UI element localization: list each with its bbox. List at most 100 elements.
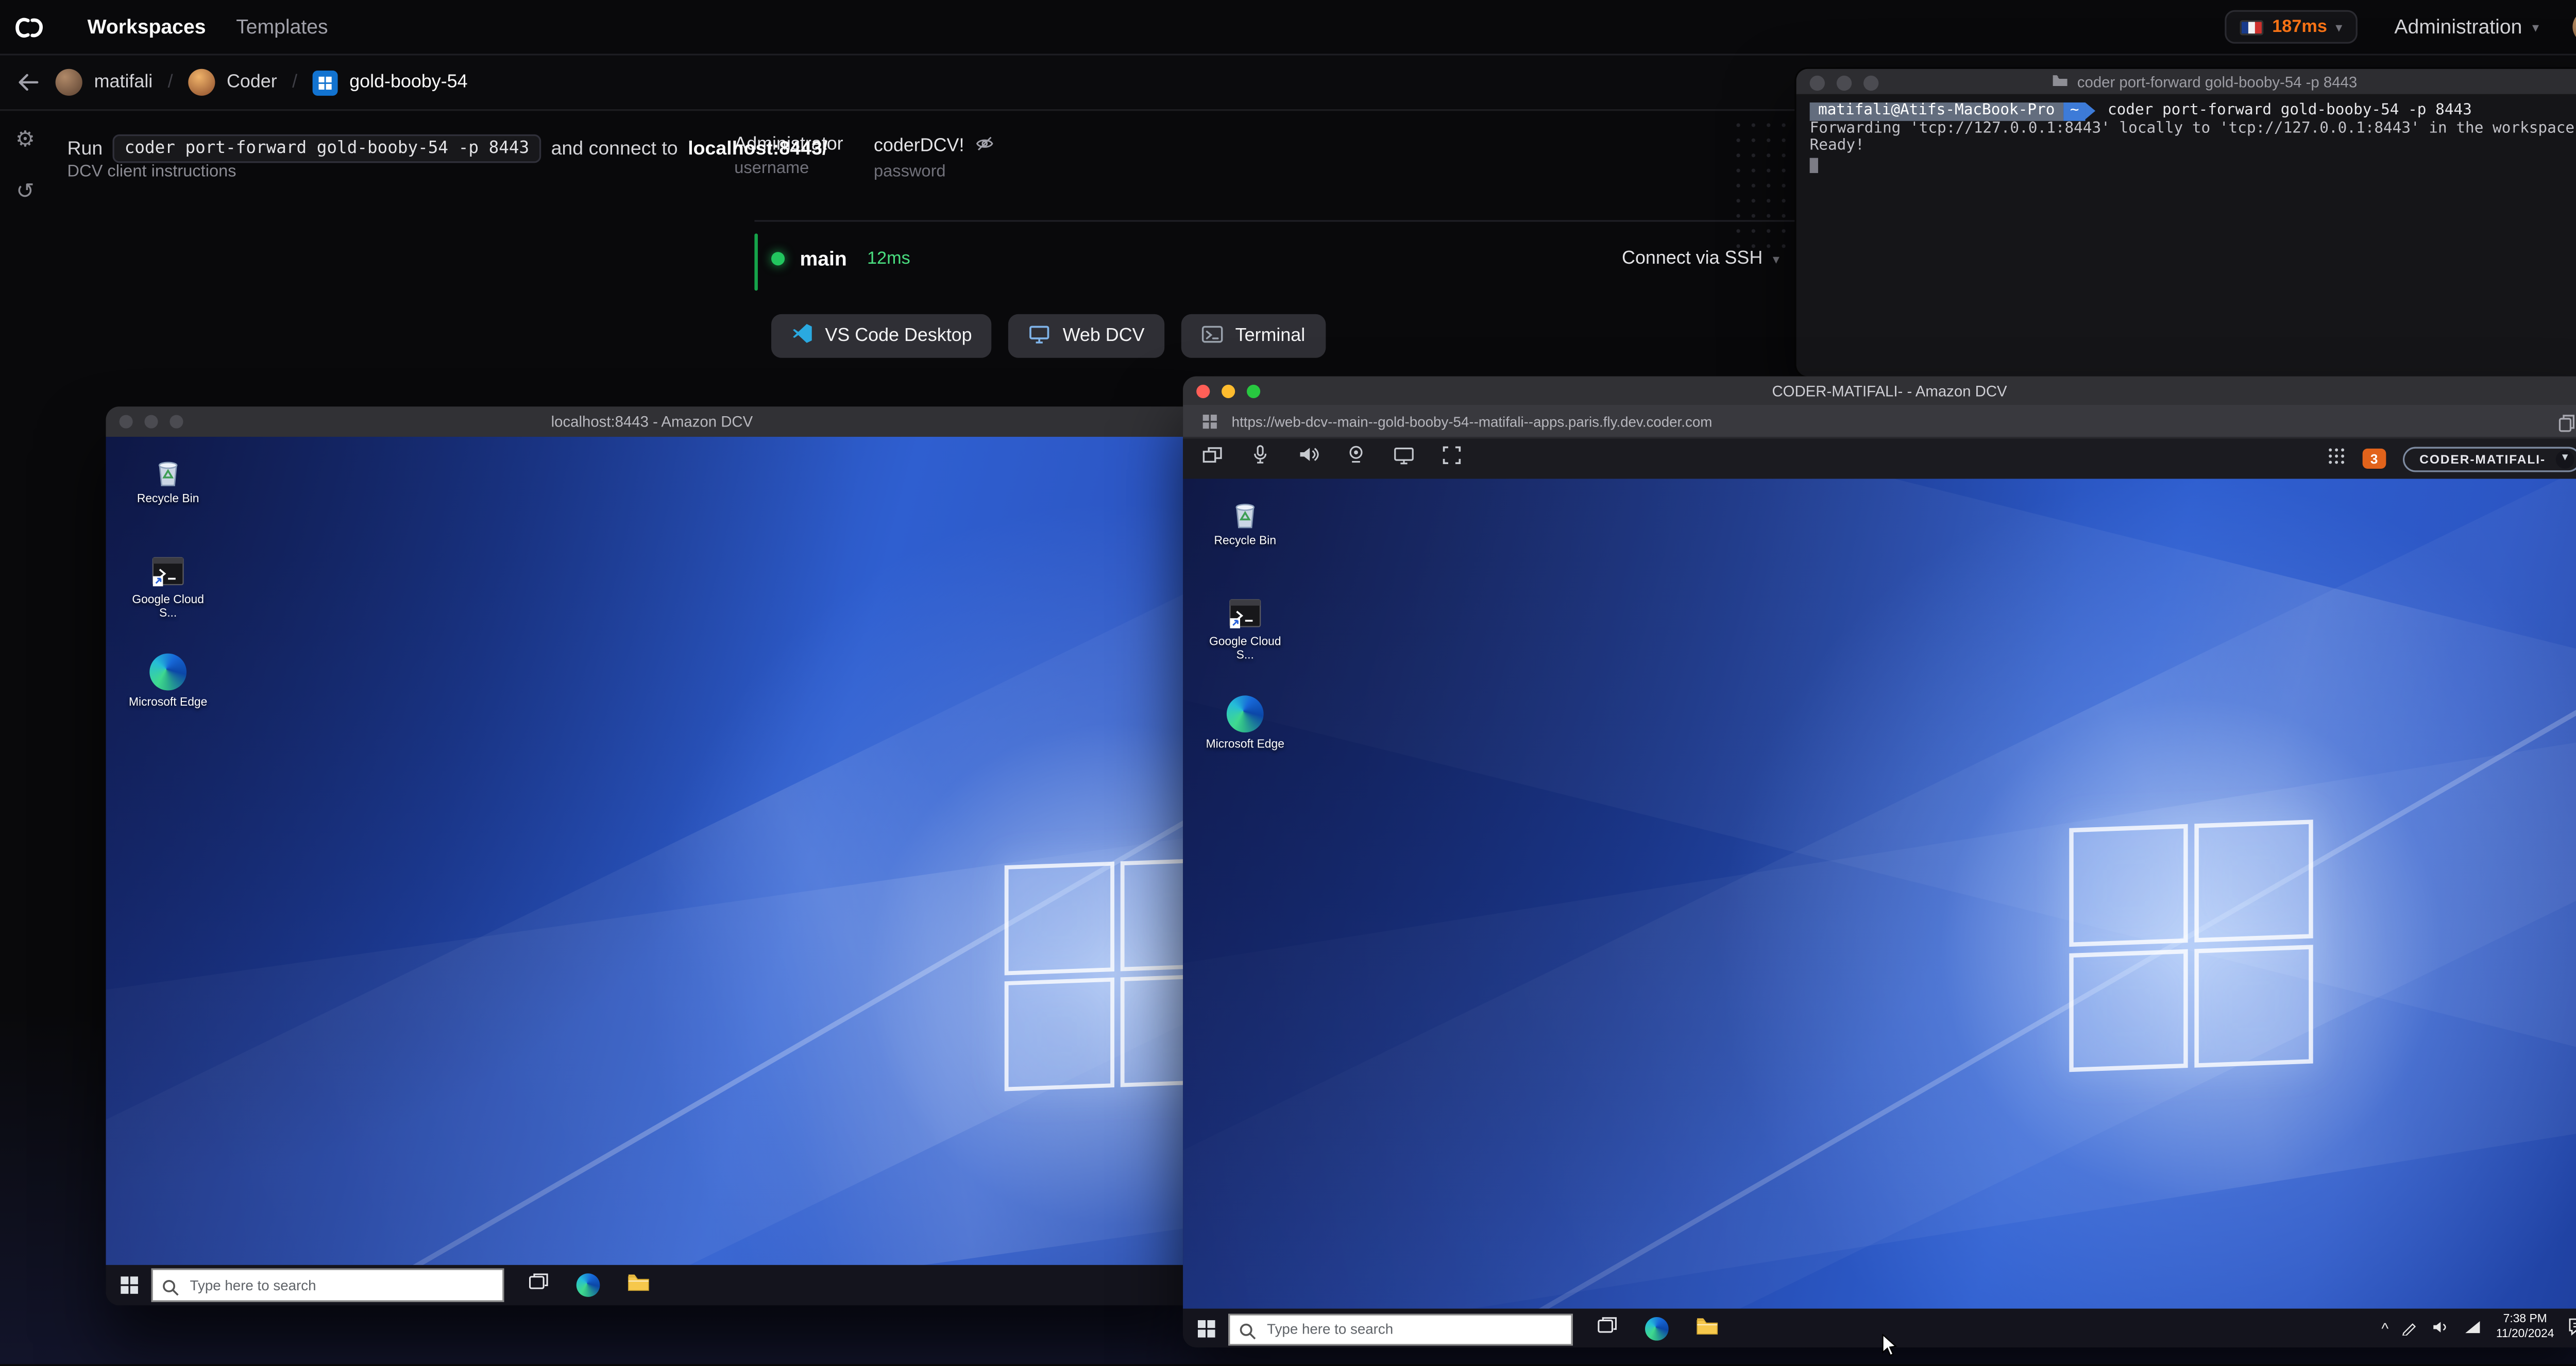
- web-dcv-button[interactable]: Web DCV: [1009, 314, 1165, 358]
- administration-menu[interactable]: Administration ▾: [2394, 15, 2539, 39]
- terminal-button[interactable]: Terminal: [1181, 314, 1326, 358]
- back-arrow-icon[interactable]: [17, 72, 41, 92]
- gear-icon[interactable]: ⚙: [15, 127, 35, 151]
- taskbar-search[interactable]: [1228, 1312, 1573, 1347]
- close-button[interactable]: [1196, 384, 1210, 398]
- site-info-icon[interactable]: [1201, 413, 1218, 430]
- edge-taskbar-icon[interactable]: [576, 1273, 600, 1297]
- eye-off-icon[interactable]: [974, 134, 994, 158]
- windows-logo: [991, 848, 1198, 1109]
- vscode-desktop-button[interactable]: VS Code Desktop: [771, 314, 992, 358]
- network-icon[interactable]: [2464, 1313, 2483, 1343]
- screen: Workspaces Templates 187ms ▾ Administrat…: [0, 0, 2576, 1364]
- file-explorer-icon[interactable]: [627, 1270, 651, 1301]
- desktop-icon-edge[interactable]: Microsoft Edge: [126, 652, 210, 710]
- agent-row: main 12ms Connect via SSH ▾: [771, 244, 1780, 274]
- session-name: CODER-MATIFALI-: [2419, 451, 2546, 467]
- volume-icon[interactable]: [1297, 443, 1319, 474]
- chevron-down-icon: ▾: [1772, 251, 1780, 266]
- notification-count-badge[interactable]: 3: [2362, 448, 2386, 469]
- desktop-icon-recycle-bin[interactable]: Recycle Bin: [1203, 492, 1287, 550]
- desktop-icon-google-cloud[interactable]: Google Cloud S...: [126, 551, 210, 622]
- desktop-icon-recycle-bin[interactable]: Recycle Bin: [126, 450, 210, 507]
- start-button[interactable]: [106, 1265, 151, 1305]
- microphone-icon[interactable]: [1250, 443, 1270, 474]
- monitor-icon: [1029, 323, 1050, 349]
- coder-logo-icon[interactable]: [15, 14, 43, 40]
- search-input[interactable]: [1228, 1312, 1573, 1345]
- clock-date: 11/20/2024: [2496, 1328, 2554, 1340]
- terminal-cursor: [1809, 157, 1818, 173]
- desktop-icon-edge[interactable]: Microsoft Edge: [1203, 694, 1287, 753]
- taskbar-search[interactable]: [151, 1268, 504, 1302]
- search-input[interactable]: [151, 1268, 504, 1302]
- google-cloud-sdk-icon: [1225, 593, 1265, 633]
- task-view-icon[interactable]: [528, 1270, 549, 1301]
- close-button[interactable]: [1809, 75, 1825, 91]
- user-avatar-small: [55, 69, 82, 96]
- user-avatar[interactable]: [2572, 10, 2576, 44]
- folder-icon: [2052, 73, 2069, 90]
- edge-taskbar-icon[interactable]: [1645, 1316, 1669, 1340]
- mouse-cursor: [1882, 1333, 1897, 1366]
- webcam-icon[interactable]: [1346, 443, 1366, 474]
- breadcrumb-org[interactable]: Coder: [188, 69, 277, 96]
- terminal-body[interactable]: matifali@Atifs-MacBook-Pro ~ coder port-fo…: [1797, 96, 2576, 185]
- terminal-prompt-line: matifali@Atifs-MacBook-Pro ~ coder port-fo…: [1809, 102, 2576, 121]
- screen-share-icon[interactable]: [1393, 443, 1415, 474]
- start-button[interactable]: [1183, 1309, 1228, 1347]
- close-button[interactable]: [119, 415, 133, 429]
- fullscreen-icon[interactable]: [1442, 443, 1462, 474]
- nav-templates[interactable]: Templates: [236, 15, 328, 39]
- top-nav: Workspaces Templates 187ms ▾ Administrat…: [0, 0, 2576, 56]
- minimize-button[interactable]: [1222, 384, 1235, 398]
- terminal-icon: [1201, 323, 1223, 349]
- file-explorer-icon[interactable]: [1696, 1313, 1719, 1343]
- nav-workspaces[interactable]: Workspaces: [88, 15, 206, 39]
- search-icon: [1239, 1319, 1257, 1347]
- terminal-titlebar[interactable]: coder port-forward gold-booby-54 -p 8443: [1796, 69, 2576, 96]
- latency-badge[interactable]: 187ms ▾: [2225, 10, 2358, 44]
- zoom-button[interactable]: [1863, 75, 1879, 91]
- windows-logo: [2055, 810, 2327, 1090]
- multi-window-icon[interactable]: [1201, 443, 1223, 474]
- edge-icon: [1225, 695, 1265, 736]
- zoom-button[interactable]: [1247, 384, 1261, 398]
- desktop-icon-google-cloud[interactable]: Google Cloud S...: [1203, 593, 1287, 663]
- keypad-icon[interactable]: [2327, 443, 2346, 474]
- breadcrumb-user[interactable]: matifali: [55, 69, 153, 96]
- dcv-web-titlebar[interactable]: CODER-MATIFALI- - Amazon DCV: [1183, 376, 2576, 405]
- dcv-local-window: localhost:8443 - Amazon DCV Recycle Bin: [106, 406, 1198, 1306]
- minimize-button[interactable]: [144, 415, 158, 429]
- history-icon[interactable]: ↺: [16, 179, 35, 203]
- volume-tray-icon[interactable]: [2432, 1313, 2451, 1343]
- taskbar-clock[interactable]: 7:38 PM 11/20/2024: [2496, 1313, 2554, 1342]
- browser-url-bar: https://web-dcv--main--gold-booby-54--ma…: [1183, 405, 2576, 439]
- minimize-button[interactable]: [1836, 75, 1852, 91]
- nav-links: Workspaces Templates: [88, 15, 328, 39]
- port-forward-command: coder port-forward gold-booby-54 -p 8443: [112, 134, 541, 163]
- tray-expand-icon[interactable]: ^: [2381, 1320, 2388, 1337]
- breadcrumb-separator: /: [292, 72, 298, 93]
- dcv-web-title: CODER-MATIFALI- - Amazon DCV: [1772, 382, 2007, 399]
- dcv-client-instructions-link[interactable]: DCV client instructions: [67, 163, 236, 181]
- france-flag-icon: [2240, 19, 2264, 35]
- connect-via-ssh-button[interactable]: Connect via SSH ▾: [1622, 249, 1780, 269]
- breadcrumb-workspace[interactable]: gold-booby-54: [312, 70, 468, 95]
- zoom-button[interactable]: [170, 415, 183, 429]
- action-center-icon[interactable]: [2568, 1313, 2576, 1343]
- agent-latency: 12ms: [867, 248, 910, 269]
- copy-icon[interactable]: [2557, 412, 2576, 442]
- powerline-arrow-icon: [2086, 102, 2096, 119]
- chevron-down-icon: ▾: [2532, 19, 2539, 35]
- task-view-icon[interactable]: [1596, 1313, 1618, 1343]
- dcv-local-titlebar[interactable]: localhost:8443 - Amazon DCV: [106, 406, 1198, 437]
- workspace-icon: [312, 70, 338, 95]
- windows-desktop[interactable]: Recycle Bin Google Cloud S... Microsoft …: [1183, 479, 2576, 1309]
- windows-desktop[interactable]: Recycle Bin Google Cloud S... Microsoft …: [106, 436, 1198, 1265]
- pen-icon[interactable]: [2402, 1313, 2419, 1343]
- terminal-title: coder port-forward gold-booby-54 -p 8443: [2077, 73, 2358, 90]
- session-pill[interactable]: CODER-MATIFALI- ▼: [2402, 446, 2576, 471]
- dcv-web-window: CODER-MATIFALI- - Amazon DCV https://web…: [1183, 376, 2576, 1347]
- session-chevron-icon: ▼: [2555, 449, 2574, 468]
